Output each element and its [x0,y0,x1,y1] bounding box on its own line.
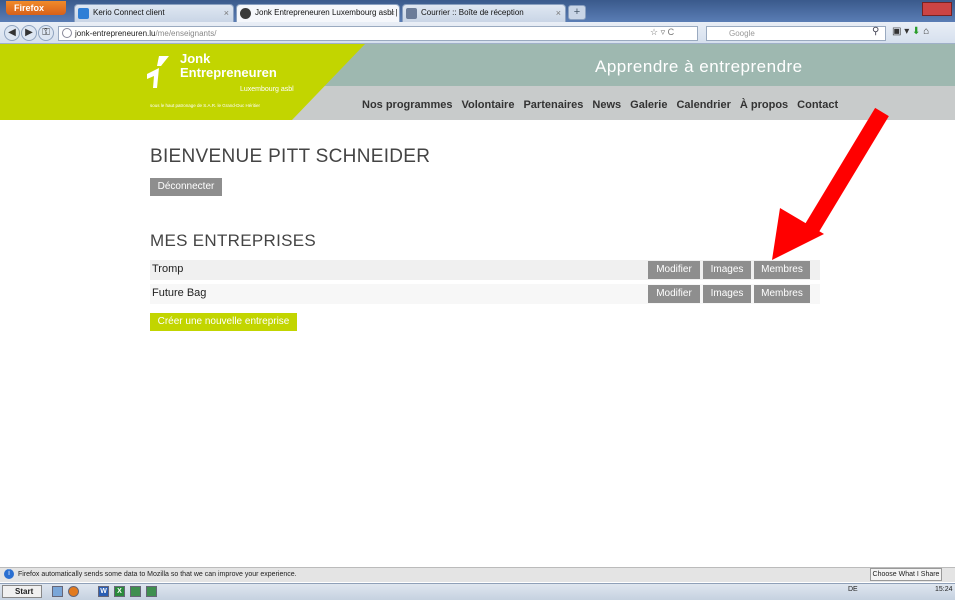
logo-line2: Entrepreneuren [180,65,277,80]
company-row: Future Bag Modifier Images Membres [150,284,820,304]
images-button[interactable]: Images [703,285,751,303]
company-name: Future Bag [152,287,207,299]
language-indicator[interactable]: DE [848,586,858,593]
nav-item-galerie[interactable]: Galerie [630,99,667,111]
nav-item-volontaire[interactable]: Volontaire [461,99,514,111]
start-button[interactable]: Start [2,585,42,598]
new-tab-button[interactable]: + [568,5,586,20]
word-icon[interactable]: W [98,586,109,597]
members-button[interactable]: Membres [754,285,810,303]
company-name: Tromp [152,263,184,275]
page-title: BIENVENUE PITT SCHNEIDER [150,146,431,167]
excel-icon[interactable]: X [114,586,125,597]
logout-button[interactable]: Déconnecter [150,178,222,196]
nav-item-programmes[interactable]: Nos programmes [362,99,452,111]
window-controls[interactable] [922,2,952,16]
annotation-arrow-icon [772,107,889,260]
logo-line1: Jonk [180,51,211,66]
nav-item-news[interactable]: News [592,99,621,111]
mail-icon [78,8,89,19]
search-icon[interactable]: ⚲ [872,26,879,37]
notification-text: Firefox automatically sends some data to… [18,571,297,578]
logo-subtitle: Luxembourg asbl [240,86,294,93]
search-input[interactable]: Google [706,26,886,41]
logo-text[interactable]: Jonk Entrepreneuren [180,52,277,80]
section-title: MES ENTREPRISES [150,231,317,250]
url-host: jonk-entrepreneuren.lu [75,29,156,38]
clock: 15:24 [935,586,953,593]
firefox-icon[interactable] [68,586,79,597]
envelope-icon [406,8,417,19]
tab-jonk[interactable]: Jonk Entrepreneuren Luxembourg asbl | ..… [236,4,400,22]
logo-icon[interactable] [145,54,171,90]
close-icon[interactable]: × [390,5,395,21]
site-tagline: Apprendre à entreprendre [595,57,803,76]
choose-what-i-share-button[interactable]: Choose What I Share [870,568,942,581]
identity-icon[interactable]: ⚿ [38,25,54,41]
nav-item-partenaires[interactable]: Partenaires [523,99,583,111]
tab-label: Courrier :: Boîte de réception [421,8,524,17]
forward-button[interactable]: ▶ [21,25,37,41]
company-row: Tromp Modifier Images Membres [150,260,820,280]
site-favicon-icon [240,8,251,19]
tab-kerio[interactable]: Kerio Connect client × [74,4,234,22]
close-icon[interactable]: × [556,5,561,21]
explorer-icon[interactable] [52,586,63,597]
nav-item-calendrier[interactable]: Calendrier [676,99,730,111]
tab-label: Kerio Connect client [93,8,165,17]
globe-icon [62,28,72,38]
document-icon[interactable] [146,586,157,597]
images-button[interactable]: Images [703,261,751,279]
document-icon[interactable] [130,586,141,597]
create-company-button[interactable]: Créer une nouvelle entreprise [150,313,297,331]
edit-button[interactable]: Modifier [648,261,700,279]
tab-label: Jonk Entrepreneuren Luxembourg asbl | ..… [255,8,400,17]
url-bar[interactable]: jonk-entrepreneuren.lu/me/enseignants/ [58,26,698,41]
edit-button[interactable]: Modifier [648,285,700,303]
back-button[interactable]: ◀ [4,25,20,41]
toolbar-extra-icons[interactable]: ▣ ▾ ⬇ ⌂ [892,26,929,37]
info-icon: i [4,569,14,579]
logo-patronage: sous le haut patronage de S.A.R. le Gran… [150,103,261,108]
firefox-menu-button[interactable]: Firefox [6,1,66,15]
url-path: /me/enseignants/ [155,29,217,38]
bookmark-star-icon[interactable]: ☆ ▿ C [650,27,674,38]
tab-courrier[interactable]: Courrier :: Boîte de réception × [402,4,566,22]
taskbar [0,583,955,600]
close-icon[interactable]: × [224,5,229,21]
